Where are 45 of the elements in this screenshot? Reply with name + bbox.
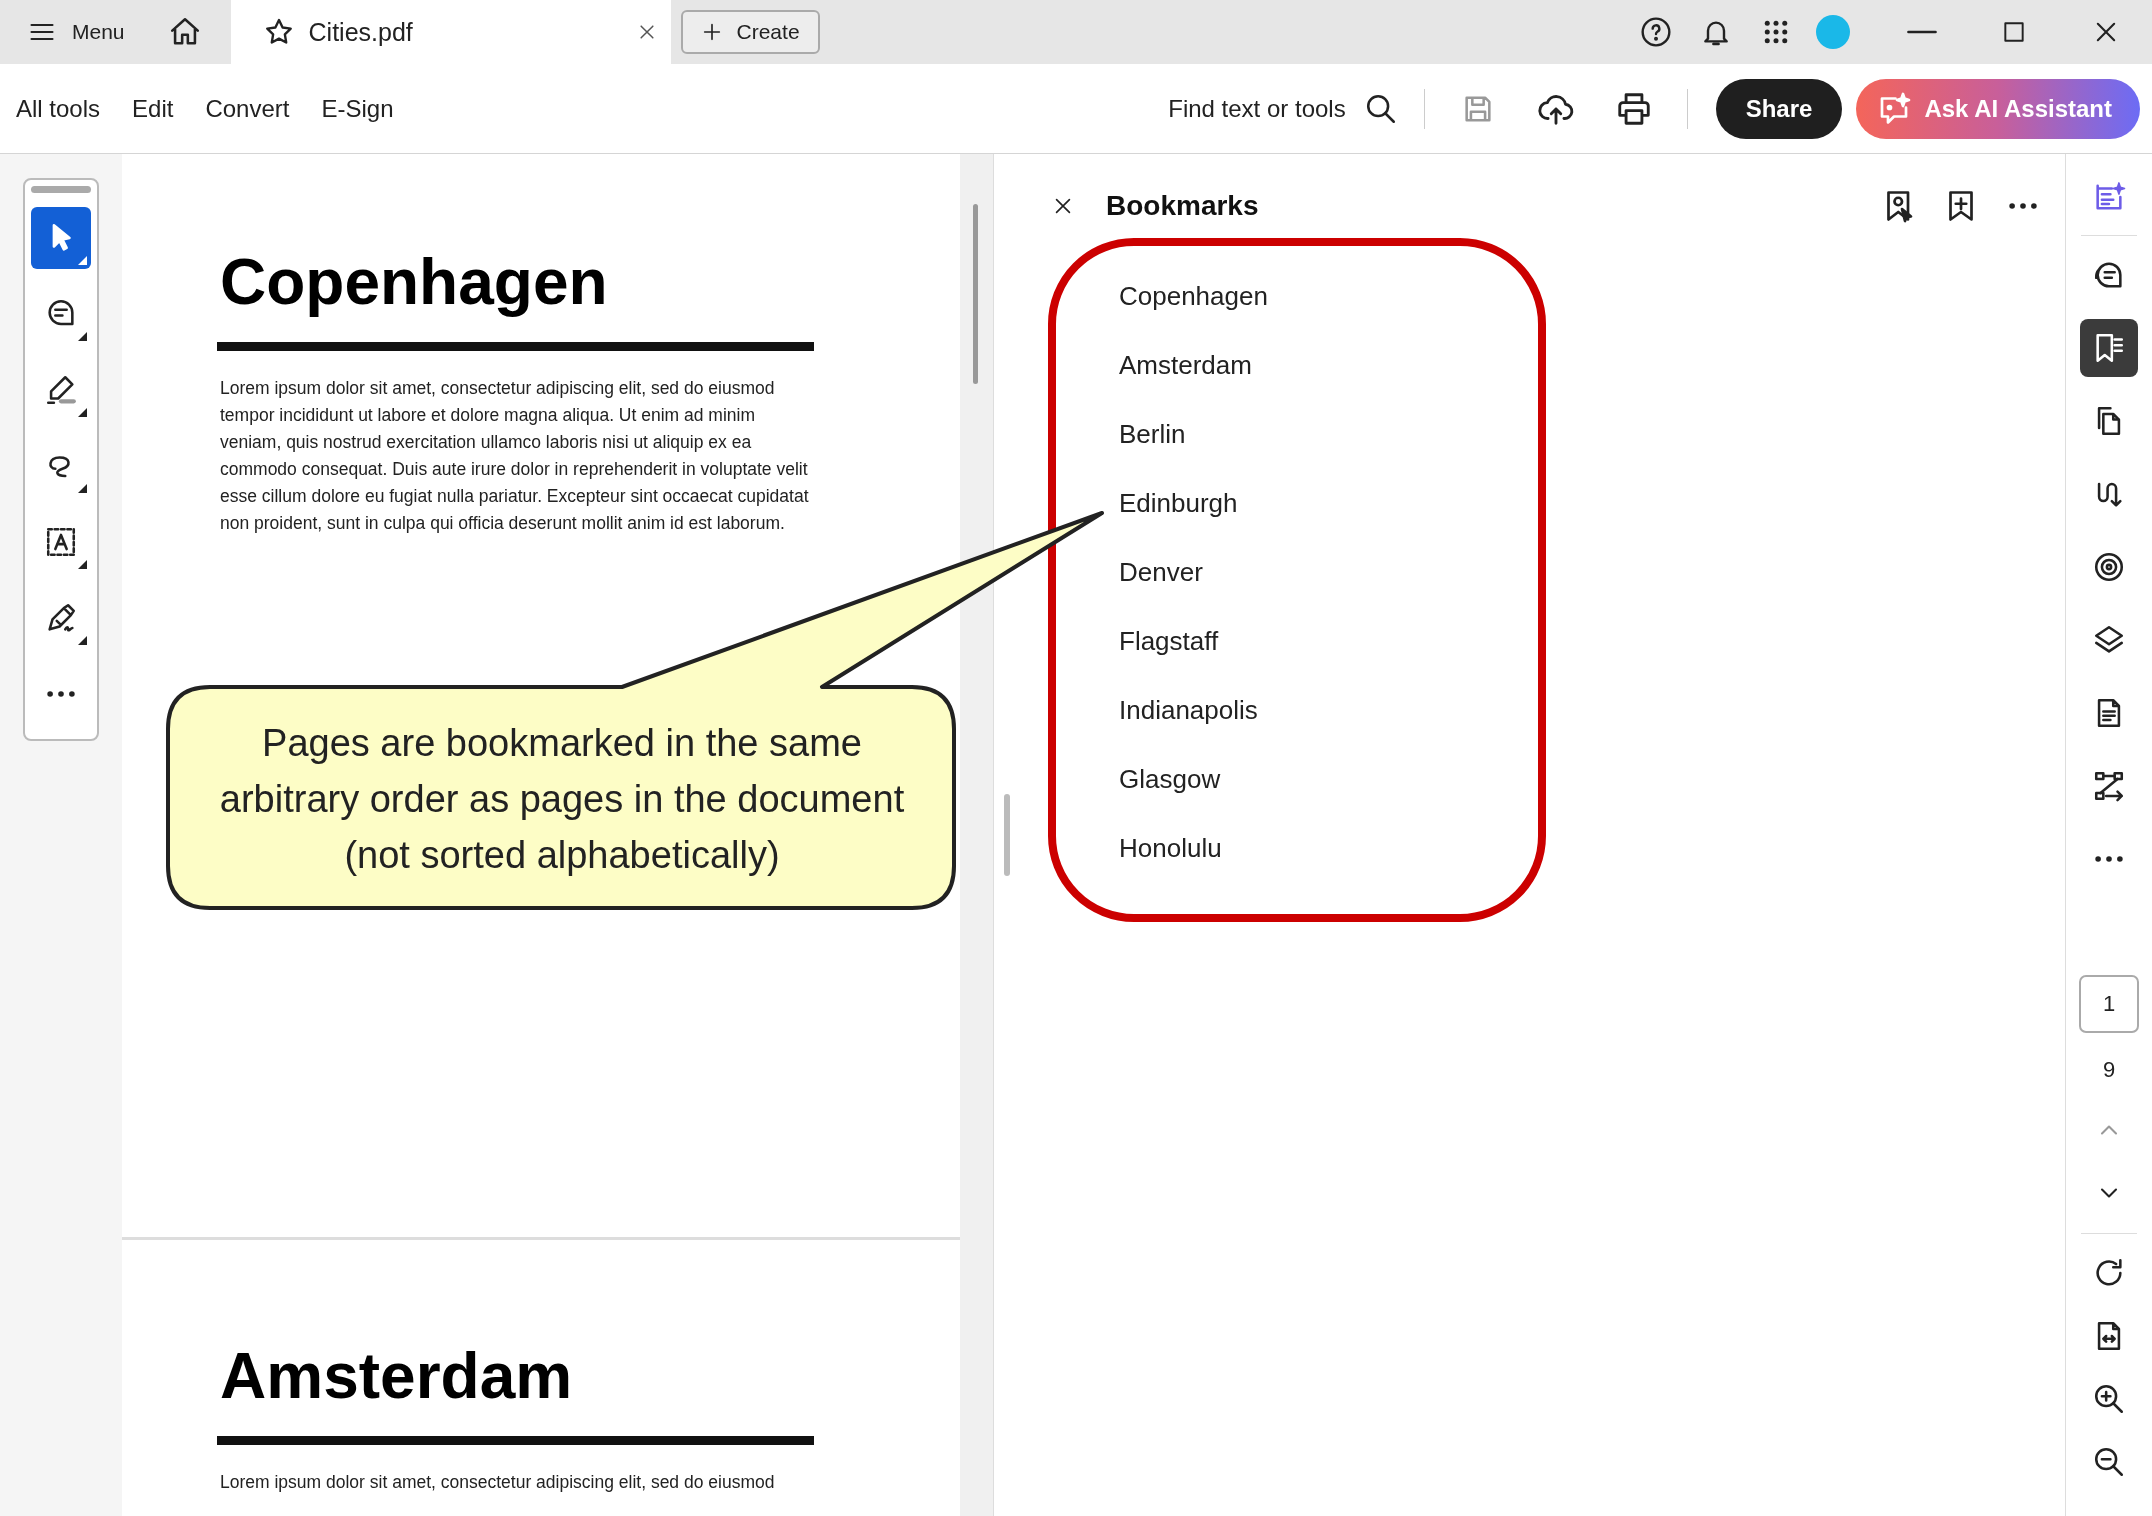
document-tab[interactable]: Cities.pdf: [230, 0, 671, 64]
panel-title: Bookmarks: [1106, 190, 1260, 222]
text-box-icon: [44, 525, 78, 559]
callout-text: Pages are bookmarked in the same arbitrary order as pages in the document (not sorted alphabetically): [218, 721, 906, 878]
menu-tab[interactable]: E-Sign: [305, 83, 410, 134]
drag-handle[interactable]: [31, 186, 91, 193]
help-icon: [1640, 16, 1672, 48]
more-icon: [47, 690, 75, 698]
menu-tab[interactable]: All tools: [0, 83, 117, 134]
menu-tab[interactable]: Edit: [116, 83, 190, 134]
minimize-icon: [1907, 30, 1937, 34]
target-icon: [2092, 550, 2126, 584]
bookmark-item[interactable]: Honolulu: [1119, 814, 1222, 883]
bookmark-item[interactable]: Indianapolis: [1119, 676, 1258, 745]
more-icon: [2095, 855, 2123, 863]
bookmark-item[interactable]: Denver: [1119, 538, 1203, 607]
scrollbar-thumb[interactable]: [973, 204, 978, 384]
maximize-icon: [2001, 19, 2027, 45]
menu-tab[interactable]: Convert: [189, 83, 306, 134]
bookmarks-panel-button[interactable]: [2080, 319, 2138, 377]
bookmark-item[interactable]: Flagstaff: [1119, 607, 1219, 676]
ai-assistant-button[interactable]: Ask AI Assistant: [1856, 78, 2140, 139]
more-icon: [2009, 202, 2037, 210]
scrollbar[interactable]: [960, 154, 994, 1516]
zoom-in-icon: [2092, 1382, 2126, 1416]
find-button[interactable]: Find text or tools: [1156, 91, 1410, 126]
menu-button[interactable]: Menu: [0, 0, 125, 64]
page-heading: Amsterdam: [217, 1344, 814, 1445]
body-text: Lorem ipsum dolor sit amet, consectetur adipiscing elit, sed do eiusmod tempor incididunt ut labore et dolore magna aliqua. Ut enim ad minim veniam, quis nostrud exercitation ullamco laboris nisi ut aliquip ex ea commodo consequat. Duis aute irure dolor in reprehenderit in voluptate velit esse cillum dolore eu fugiat nulla pariatur. Excepteur sint occaecat cupidatat non proident, sunt in culpa qui officia deserunt mollit anim id est laborum.: [220, 377, 810, 535]
page-heading: Copenhagen: [217, 250, 814, 351]
share-button[interactable]: Share: [1715, 78, 1843, 139]
page-count: 9: [2102, 1057, 2116, 1083]
bookmark-item[interactable]: Glasgow: [1119, 745, 1221, 814]
page-number-field[interactable]: 1: [2079, 975, 2139, 1033]
bookmark-item[interactable]: Edinburgh: [1119, 469, 1238, 538]
create-button[interactable]: Create: [680, 10, 820, 54]
splitter-handle[interactable]: [1004, 794, 1010, 876]
bookmark-item[interactable]: Berlin: [1119, 400, 1186, 469]
compare-icon: [2092, 769, 2126, 803]
body-text: Lorem ipsum dolor sit amet, consectetur adipiscing elit, sed do eiusmod: [220, 1471, 776, 1494]
highlighter-icon: [44, 373, 78, 407]
zoom-out-icon: [2092, 1445, 2126, 1479]
select-tool-button[interactable]: [31, 207, 91, 269]
bookmark-item[interactable]: Amsterdam: [1119, 331, 1252, 400]
bookmark-item[interactable]: Copenhagen: [1119, 262, 1268, 331]
